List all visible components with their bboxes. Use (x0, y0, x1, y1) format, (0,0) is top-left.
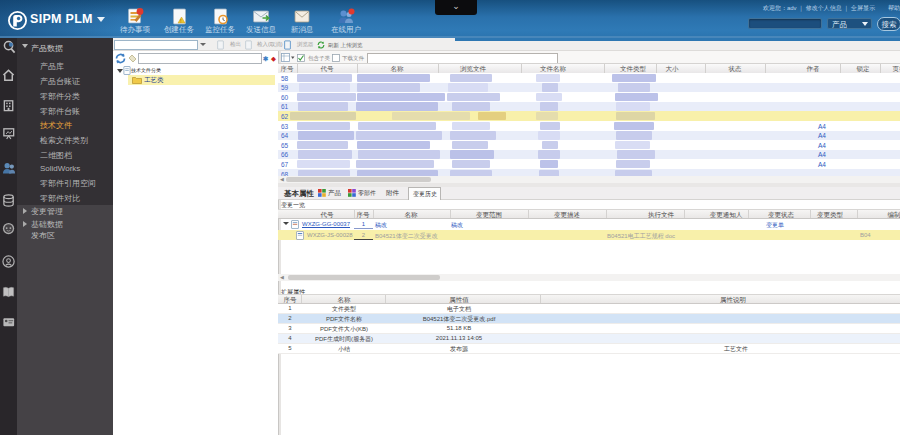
svg-text:!: ! (180, 18, 181, 24)
